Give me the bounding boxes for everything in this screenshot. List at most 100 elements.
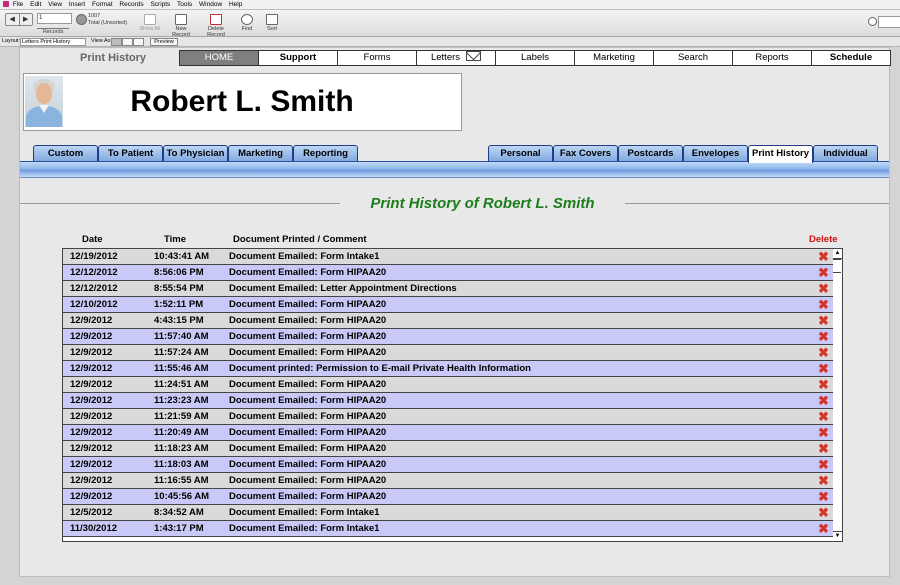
row-document: Document Emailed: Form HIPAA20: [229, 267, 387, 278]
menu-format[interactable]: Format: [92, 1, 113, 8]
layout-select[interactable]: Letters Print History: [20, 38, 86, 46]
nav-support[interactable]: Support: [259, 50, 338, 66]
menu-edit[interactable]: Edit: [30, 1, 41, 8]
close-icon[interactable]: ✖: [818, 490, 829, 503]
scroll-thumb[interactable]: [833, 259, 841, 273]
find-button[interactable]: Find: [238, 14, 256, 32]
prev-record-icon[interactable]: ◀: [6, 14, 20, 25]
menu-view[interactable]: View: [48, 1, 62, 8]
nav-search[interactable]: Search: [654, 50, 733, 66]
tab-marketing[interactable]: Marketing: [228, 145, 293, 162]
table-row[interactable]: 12/10/2012 1:52:11 PM Document Emailed: Fo…: [63, 297, 835, 313]
close-icon[interactable]: ✖: [818, 250, 829, 263]
delete-record-button[interactable]: Delete Record: [199, 14, 233, 38]
record-number-field[interactable]: 1: [37, 13, 72, 24]
menu-scripts[interactable]: Scripts: [150, 1, 170, 8]
menu-help[interactable]: Help: [229, 1, 242, 8]
table-row[interactable]: 12/9/2012 11:20:49 AM Document Emailed: Fo…: [63, 425, 835, 441]
tab-to-patient[interactable]: To Patient: [98, 145, 163, 162]
nav-marketing[interactable]: Marketing: [575, 50, 654, 66]
nav-home[interactable]: HOME: [179, 50, 259, 66]
close-icon[interactable]: ✖: [818, 410, 829, 423]
preview-button[interactable]: Preview: [150, 38, 178, 46]
tab-print-history[interactable]: Print History: [748, 145, 813, 163]
close-icon[interactable]: ✖: [818, 314, 829, 327]
sort-button[interactable]: Sort: [263, 14, 281, 32]
table-row[interactable]: 12/9/2012 11:16:55 AM Document Emailed: Fo…: [63, 473, 835, 489]
column-header-date: Date: [82, 234, 103, 245]
nav-forms[interactable]: Forms: [338, 50, 417, 66]
layout-bar: Layout: Letters Print History View As: P…: [0, 37, 900, 47]
scroll-down-icon[interactable]: ▼: [833, 531, 842, 541]
tab-reporting[interactable]: Reporting: [293, 145, 358, 162]
tab-to-physician[interactable]: To Physician: [163, 145, 228, 162]
table-row[interactable]: 12/5/2012 8:34:52 AM Document Emailed: For…: [63, 505, 835, 521]
quick-find-input[interactable]: [878, 16, 900, 28]
table-row[interactable]: 12/19/2012 10:43:41 AM Document Emailed: F…: [63, 249, 835, 265]
table-row[interactable]: 12/9/2012 11:24:51 AM Document Emailed: Fo…: [63, 377, 835, 393]
table-scrollbar[interactable]: ▲ ▼: [833, 248, 843, 542]
menu-window[interactable]: Window: [199, 1, 222, 8]
table-row[interactable]: 12/9/2012 11:18:23 AM Document Emailed: Fo…: [63, 441, 835, 457]
close-icon[interactable]: ✖: [818, 442, 829, 455]
close-icon[interactable]: ✖: [818, 506, 829, 519]
show-all-button[interactable]: Show All: [139, 14, 161, 32]
close-icon[interactable]: ✖: [818, 394, 829, 407]
close-icon[interactable]: ✖: [818, 458, 829, 471]
close-icon[interactable]: ✖: [818, 298, 829, 311]
scroll-up-icon[interactable]: ▲: [833, 249, 842, 259]
tab-envelopes[interactable]: Envelopes: [683, 145, 748, 162]
next-record-icon[interactable]: ▶: [20, 14, 33, 25]
view-table-button[interactable]: [133, 38, 144, 46]
nav-schedule[interactable]: Schedule: [812, 50, 891, 66]
table-row[interactable]: 12/9/2012 11:57:40 AM Document Emailed: Fo…: [63, 329, 835, 345]
tab-custom[interactable]: Custom: [33, 145, 98, 162]
patient-header: Robert L. Smith: [23, 73, 462, 131]
table-row[interactable]: 12/9/2012 11:21:59 AM Document Emailed: Fo…: [63, 409, 835, 425]
close-icon[interactable]: ✖: [818, 378, 829, 391]
table-row[interactable]: 12/12/2012 8:55:54 PM Document Emailed: Le…: [63, 281, 835, 297]
close-icon[interactable]: ✖: [818, 362, 829, 375]
tab-postcards[interactable]: Postcards: [618, 145, 683, 162]
row-document: Document Emailed: Form HIPAA20: [229, 411, 387, 422]
menu-file[interactable]: File: [13, 1, 23, 8]
row-date: 12/10/2012: [70, 299, 118, 310]
table-row[interactable]: 11/30/2012 1:43:17 PM Document Emailed: Fo…: [63, 521, 835, 537]
nav-letters-label: Letters: [430, 52, 461, 63]
view-list-button[interactable]: [122, 38, 133, 46]
table-row[interactable]: 12/9/2012 11:23:23 AM Document Emailed: Fo…: [63, 393, 835, 409]
close-icon[interactable]: ✖: [818, 330, 829, 343]
close-icon[interactable]: ✖: [818, 426, 829, 439]
nav-letters[interactable]: Letters: [417, 50, 496, 66]
menu-tools[interactable]: Tools: [177, 1, 192, 8]
patient-name: Robert L. Smith: [130, 85, 354, 118]
table-row[interactable]: 12/12/2012 8:56:06 PM Document Emailed: Fo…: [63, 265, 835, 281]
search-icon: [868, 17, 877, 26]
record-count-status: Total (Unsorted): [88, 20, 128, 26]
close-icon[interactable]: ✖: [818, 282, 829, 295]
close-icon[interactable]: ✖: [818, 346, 829, 359]
record-nav[interactable]: ◀ ▶: [5, 13, 33, 26]
tab-individual[interactable]: Individual: [813, 145, 878, 162]
menu-records[interactable]: Records: [119, 1, 143, 8]
view-form-button[interactable]: [111, 38, 122, 46]
nav-labels[interactable]: Labels: [496, 50, 575, 66]
table-row[interactable]: 12/9/2012 10:45:56 AM Document Emailed: Fo…: [63, 489, 835, 505]
row-document: Document Emailed: Form Intake1: [229, 251, 380, 262]
delete-record-icon: [210, 14, 222, 25]
nav-reports[interactable]: Reports: [733, 50, 812, 66]
table-row[interactable]: 12/9/2012 11:55:46 AM Document printed: Pe…: [63, 361, 835, 377]
close-icon[interactable]: ✖: [818, 266, 829, 279]
envelope-icon: [466, 51, 482, 61]
table-row[interactable]: 12/9/2012 11:57:24 AM Document Emailed: Fo…: [63, 345, 835, 361]
record-count-value: 1007: [88, 13, 101, 19]
table-row[interactable]: 12/9/2012 11:18:03 AM Document Emailed: Fo…: [63, 457, 835, 473]
row-time: 1:52:11 PM: [154, 299, 204, 310]
table-row[interactable]: 12/9/2012 4:43:15 PM Document Emailed: For…: [63, 313, 835, 329]
tab-fax-covers[interactable]: Fax Covers: [553, 145, 618, 162]
menu-insert[interactable]: Insert: [69, 1, 85, 8]
new-record-button[interactable]: New Record: [166, 14, 196, 38]
tab-personal[interactable]: Personal: [488, 145, 553, 162]
close-icon[interactable]: ✖: [818, 474, 829, 487]
close-icon[interactable]: ✖: [818, 522, 829, 535]
